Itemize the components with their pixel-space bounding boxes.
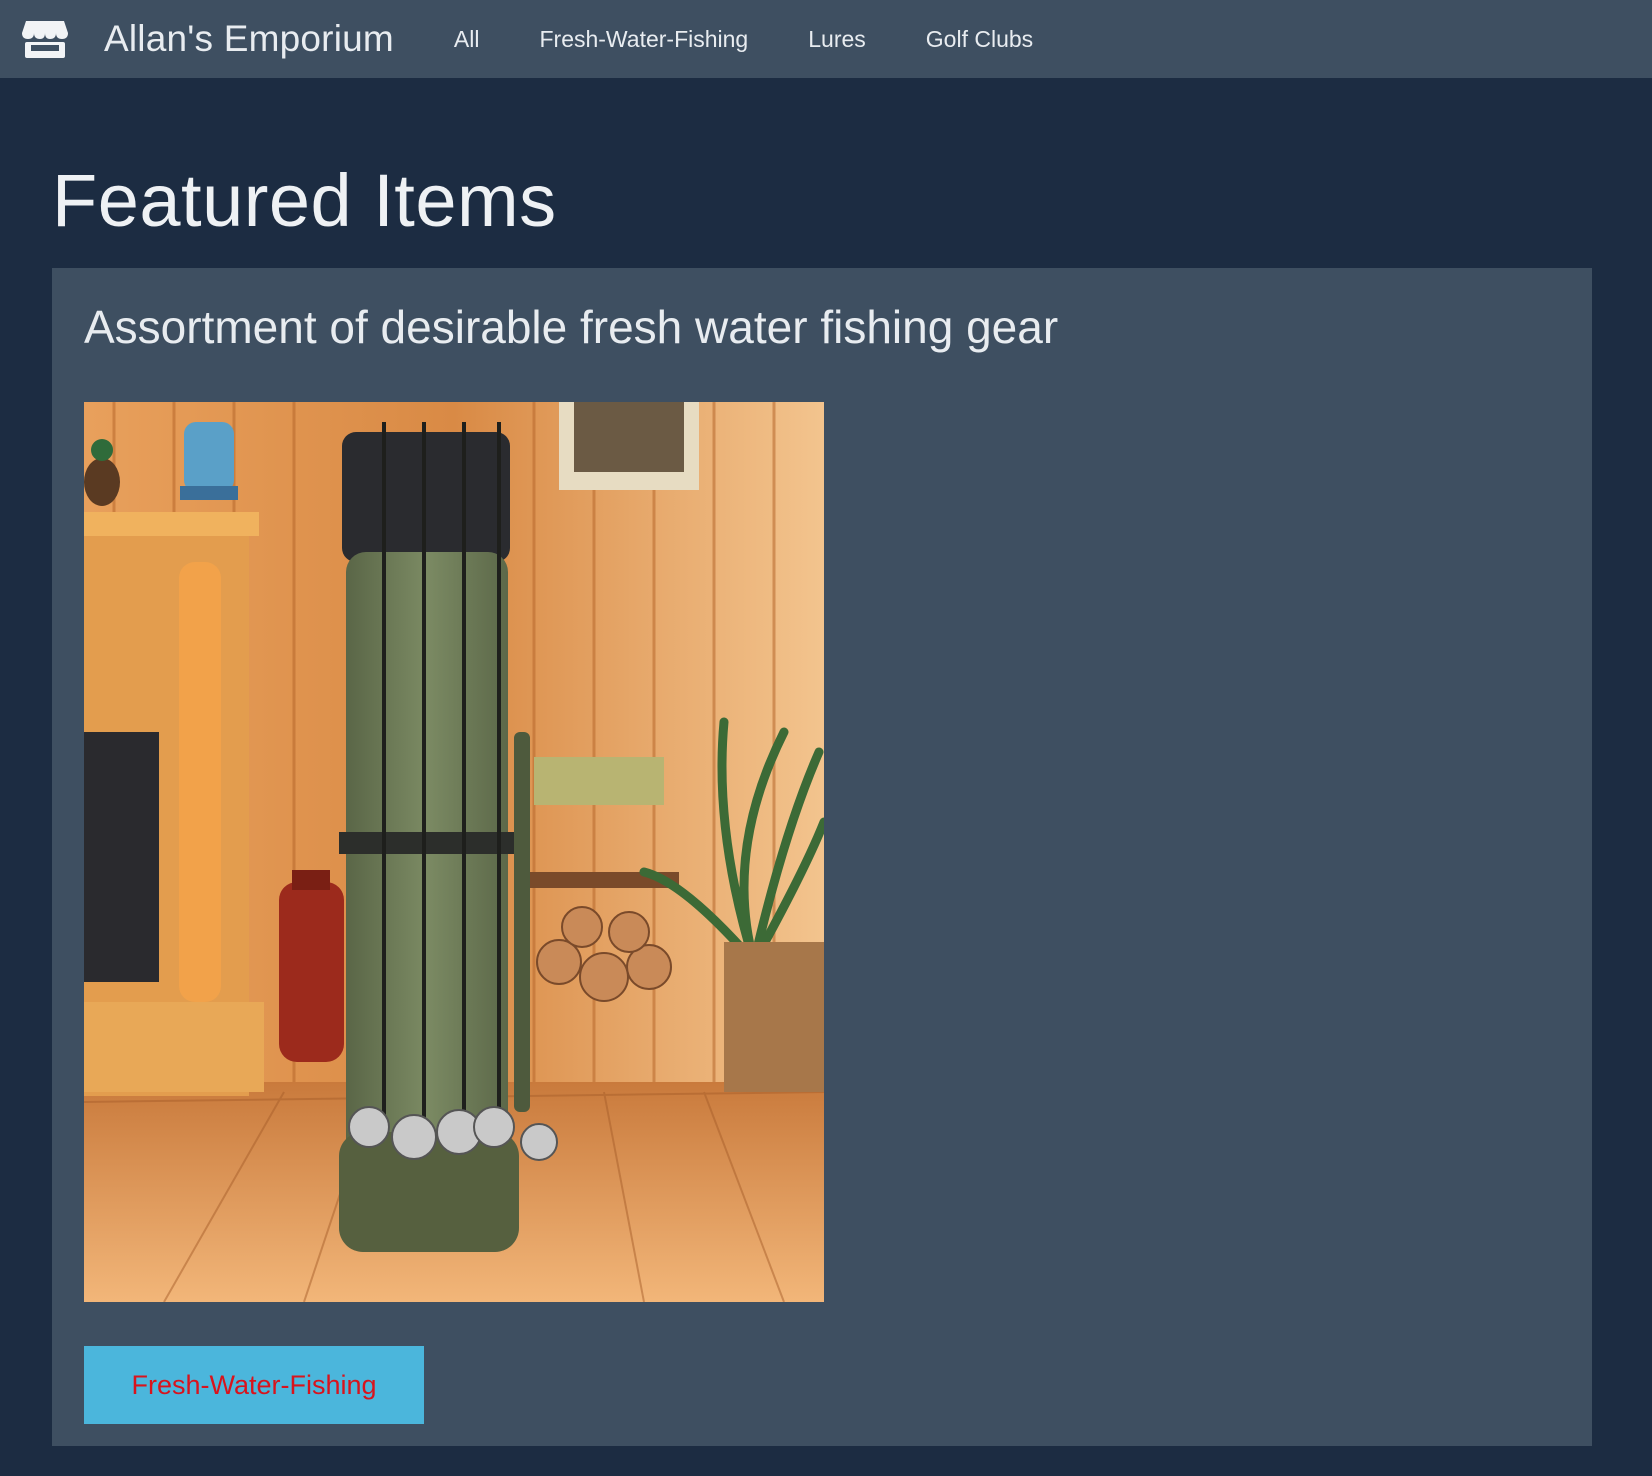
category-button[interactable]: Fresh-Water-Fishing — [84, 1346, 424, 1424]
nav-links: All Fresh-Water-Fishing Lures Golf Clubs — [454, 0, 1093, 78]
top-navbar: Allan's Emporium All Fresh-Water-Fishing… — [0, 0, 1652, 78]
page-title: Featured Items — [52, 159, 557, 242]
brand-name: Allan's Emporium — [104, 18, 394, 59]
product-image[interactable] — [84, 402, 824, 1302]
fishing-rod-bag-photo-icon — [84, 402, 824, 1302]
nav-link-lures[interactable]: Lures — [808, 26, 866, 53]
store-icon — [22, 19, 68, 59]
featured-item-card: Assortment of desirable fresh water fish… — [52, 268, 1592, 1446]
main-content: Featured Items Assortment of desirable f… — [52, 78, 1592, 1446]
nav-link-all[interactable]: All — [454, 26, 480, 53]
nav-link-fresh-water-fishing[interactable]: Fresh-Water-Fishing — [539, 26, 748, 53]
brand-link[interactable]: Allan's Emporium — [22, 18, 394, 60]
nav-link-golf-clubs[interactable]: Golf Clubs — [926, 26, 1033, 53]
featured-item-title: Assortment of desirable fresh water fish… — [84, 301, 1059, 353]
